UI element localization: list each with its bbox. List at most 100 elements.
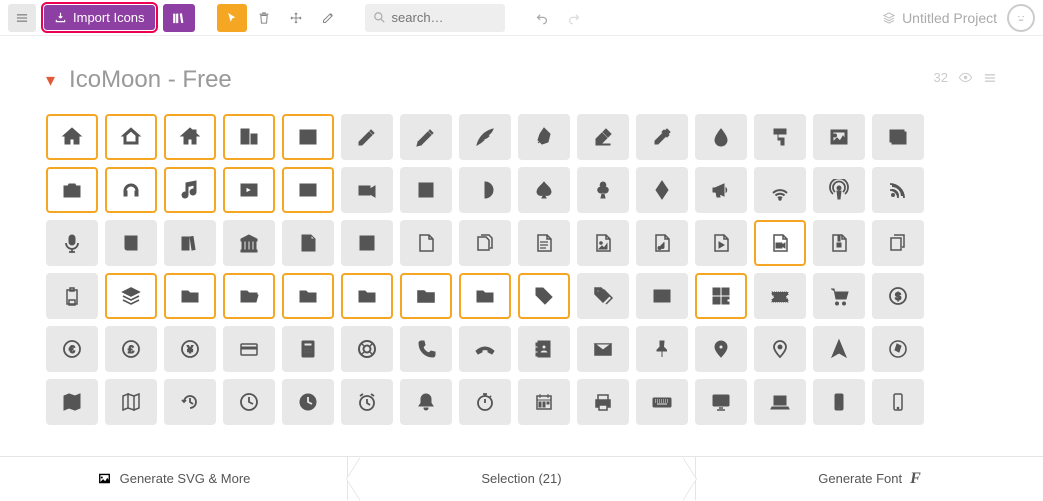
icon-cell-pen[interactable] (518, 114, 570, 160)
set-menu-icon[interactable] (983, 71, 997, 85)
icon-cell-bullhorn[interactable] (695, 167, 747, 213)
icon-cell-connection[interactable] (754, 167, 806, 213)
icon-cell-mobile2[interactable] (872, 379, 924, 425)
icon-cell-printer[interactable] (577, 379, 629, 425)
icon-cell-library[interactable] (223, 220, 275, 266)
move-tool[interactable] (281, 4, 311, 32)
icon-cell-file-video[interactable] (754, 220, 806, 266)
selection-tab[interactable]: Selection (21) (347, 457, 696, 500)
icon-cell-droplet[interactable] (695, 114, 747, 160)
redo-button[interactable] (559, 4, 589, 32)
icon-cell-video-camera[interactable] (341, 167, 393, 213)
icon-cell-calculator[interactable] (282, 326, 334, 372)
import-icons-button[interactable]: Import Icons (44, 5, 155, 30)
icon-set-header[interactable]: ▾ IcoMoon - Free 32 (46, 66, 997, 94)
icon-cell-keyboard[interactable] (636, 379, 688, 425)
icon-cell-play[interactable] (223, 167, 275, 213)
undo-button[interactable] (527, 4, 557, 32)
icon-cell-phone[interactable] (400, 326, 452, 372)
icon-cell-laptop[interactable] (754, 379, 806, 425)
icon-cell-images[interactable] (872, 114, 924, 160)
icon-cell-diamonds[interactable] (636, 167, 688, 213)
icon-cell-quill[interactable] (459, 114, 511, 160)
icon-cell-coin-yen[interactable] (164, 326, 216, 372)
icon-cell-file-play[interactable] (695, 220, 747, 266)
icon-cell-coin-dollar[interactable] (872, 273, 924, 319)
select-tool[interactable] (217, 4, 247, 32)
icon-cell-barcode[interactable] (636, 273, 688, 319)
icon-cell-file-text[interactable] (282, 220, 334, 266)
icon-cell-envelop[interactable] (577, 326, 629, 372)
icon-cell-cart[interactable] (813, 273, 865, 319)
icon-cell-clock[interactable] (223, 379, 275, 425)
icon-cell-book[interactable] (105, 220, 157, 266)
icon-cell-spades[interactable] (518, 167, 570, 213)
icon-cell-coin-pound[interactable] (105, 326, 157, 372)
eye-icon[interactable] (958, 70, 973, 85)
generate-svg-tab[interactable]: Generate SVG & More (0, 457, 347, 500)
icon-cell-price-tags[interactable] (577, 273, 629, 319)
icon-cell-eyedropper[interactable] (636, 114, 688, 160)
icon-cell-headphones[interactable] (105, 167, 157, 213)
project-selector[interactable]: Untitled Project (882, 10, 997, 26)
icon-cell-lifebuoy[interactable] (341, 326, 393, 372)
icon-cell-compass[interactable] (813, 326, 865, 372)
icon-cell-file-picture[interactable] (577, 220, 629, 266)
icon-cell-display[interactable] (695, 379, 747, 425)
icon-cell-address-book[interactable] (518, 326, 570, 372)
icon-cell-location2[interactable] (754, 326, 806, 372)
icon-cell-books[interactable] (164, 220, 216, 266)
icon-cell-file-empty[interactable] (400, 220, 452, 266)
edit-tool[interactable] (313, 4, 343, 32)
icon-cell-image[interactable] (813, 114, 865, 160)
icon-cell-alarm[interactable] (341, 379, 393, 425)
icon-cell-podcast[interactable] (813, 167, 865, 213)
icon-cell-file-zip[interactable] (813, 220, 865, 266)
icon-cell-files-empty[interactable] (459, 220, 511, 266)
delete-tool[interactable] (249, 4, 279, 32)
icon-cell-mobile[interactable] (813, 379, 865, 425)
icon-cell-dice[interactable] (400, 167, 452, 213)
icon-cell-phone-hang-up[interactable] (459, 326, 511, 372)
icon-cell-clock2[interactable] (282, 379, 334, 425)
icon-cell-pencil[interactable] (341, 114, 393, 160)
icon-cell-paint-format[interactable] (754, 114, 806, 160)
icon-cell-pacman[interactable] (459, 167, 511, 213)
icon-cell-clubs[interactable] (577, 167, 629, 213)
icon-cell-price-tag[interactable] (518, 273, 570, 319)
generate-font-tab[interactable]: Generate Font F (696, 457, 1043, 500)
icon-cell-profile[interactable] (341, 220, 393, 266)
icon-cell-feed[interactable] (872, 167, 924, 213)
icon-cell-folder-plus[interactable] (282, 273, 334, 319)
icon-cell-home3[interactable] (164, 114, 216, 160)
icon-cell-map2[interactable] (105, 379, 157, 425)
icon-cell-home[interactable] (46, 114, 98, 160)
icon-cell-history[interactable] (164, 379, 216, 425)
icon-cell-stopwatch[interactable] (459, 379, 511, 425)
icon-cell-camera[interactable] (46, 167, 98, 213)
search-box[interactable] (365, 4, 505, 32)
icon-cell-paste[interactable] (46, 273, 98, 319)
icon-cell-newspaper[interactable] (282, 114, 334, 160)
icon-cell-map[interactable] (46, 379, 98, 425)
icon-cell-pencil2[interactable] (400, 114, 452, 160)
feedback-button[interactable] (1007, 4, 1035, 32)
icon-cell-location[interactable] (695, 326, 747, 372)
icon-cell-compass2[interactable] (872, 326, 924, 372)
icon-cell-coin-euro[interactable] (46, 326, 98, 372)
icon-cell-folder-upload[interactable] (459, 273, 511, 319)
icon-cell-file-text2[interactable] (518, 220, 570, 266)
icon-cell-copy[interactable] (872, 220, 924, 266)
icon-cell-calendar[interactable] (518, 379, 570, 425)
icon-cell-folder-minus[interactable] (341, 273, 393, 319)
menu-button[interactable] (8, 4, 36, 32)
icon-cell-stack[interactable] (105, 273, 157, 319)
icon-cell-folder[interactable] (164, 273, 216, 319)
icon-cell-file-music[interactable] (636, 220, 688, 266)
icon-cell-blog[interactable] (577, 114, 629, 160)
icon-cell-bell[interactable] (400, 379, 452, 425)
icon-cell-office[interactable] (223, 114, 275, 160)
icon-cell-credit-card[interactable] (223, 326, 275, 372)
icon-cell-folder-download[interactable] (400, 273, 452, 319)
icon-cell-music[interactable] (164, 167, 216, 213)
